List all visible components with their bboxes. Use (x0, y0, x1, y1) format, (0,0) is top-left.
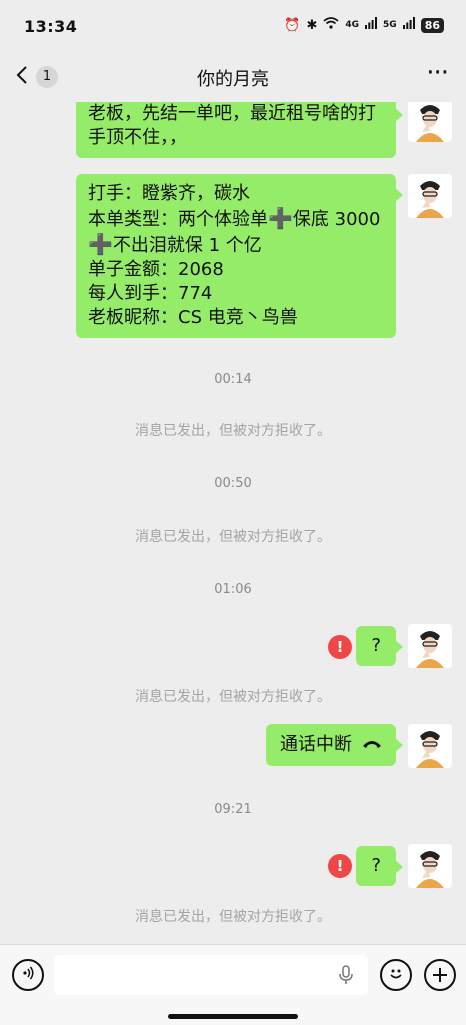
network-5g-label: 5G (383, 19, 397, 30)
timestamp: 01:06 (214, 582, 252, 597)
battery-indicator: 86 (420, 17, 444, 33)
status-bar: 13:34 ⏰ ✱ 4G 5G 86 (0, 0, 466, 52)
status-icons: ⏰ ✱ 4G 5G 86 (284, 17, 444, 33)
voice-input-button[interactable] (12, 959, 44, 991)
message-line: 手顶不住，， (88, 127, 187, 148)
message-input[interactable] (54, 955, 368, 995)
signal-icon (402, 17, 415, 33)
call-interrupted-bubble[interactable]: 通话中断 (266, 724, 403, 766)
message-segment: 不出泪就保 1 个亿 (112, 235, 262, 256)
system-notice: 消息已发出，但被对方拒收了。 (135, 689, 331, 705)
message-line: 本单类型：两个体验单➕保底 3000 (88, 206, 384, 232)
message-segment: 保底 3000 (292, 209, 381, 230)
message-line: 单子金额：2068 (88, 259, 224, 280)
system-notice: 消息已发出，但被对方拒收了。 (135, 423, 331, 439)
wifi-icon (323, 17, 339, 33)
bluetooth-icon: ✱ (306, 17, 318, 33)
system-notice: 消息已发出，但被对方拒收了。 (135, 909, 331, 925)
input-bar (0, 944, 466, 1025)
send-failed-icon[interactable]: ! (328, 635, 352, 659)
message-line: 老板，先结一单吧，最近租号啥的打 (88, 103, 376, 124)
timestamp: 00:50 (214, 476, 252, 491)
smiley-icon (387, 964, 405, 986)
alarm-icon: ⏰ (284, 17, 301, 33)
phone-hangup-icon (362, 733, 382, 757)
signal-icon (365, 17, 378, 33)
message-bubble[interactable]: ? (356, 626, 403, 666)
timestamp: 09:21 (214, 802, 252, 817)
chat-history[interactable]: 老板，先结一单吧，最近租号啥的打 手顶不住，， 打手：瞪紫齐，碳水 本单类型：两… (0, 102, 466, 944)
plus-icon (432, 963, 448, 987)
nav-bar: 1 你的月亮 ··· (0, 52, 466, 102)
message-line: ? (371, 855, 381, 876)
status-time: 13:34 (24, 17, 78, 36)
message-segment: 本单类型：两个体验单 (88, 209, 268, 230)
voice-icon (20, 965, 36, 985)
timestamp: 00:14 (214, 372, 252, 387)
plus-emoji-icon: ➕ (88, 232, 113, 256)
user-avatar[interactable] (408, 174, 452, 218)
more-functions-button[interactable] (424, 959, 456, 991)
network-4g-label: 4G (345, 19, 360, 30)
chat-title: 你的月亮 (197, 69, 269, 90)
message-bubble[interactable]: ? (356, 846, 403, 886)
emoji-button[interactable] (380, 959, 412, 991)
microphone-icon[interactable] (338, 965, 354, 989)
message-line: 打手：瞪紫齐，碳水 (88, 183, 250, 204)
message-bubble[interactable]: 打手：瞪紫齐，碳水 本单类型：两个体验单➕保底 3000 ➕不出泪就保 1 个亿… (76, 174, 403, 338)
plus-emoji-icon: ➕ (268, 206, 293, 230)
message-line: 每人到手：774 (88, 283, 213, 304)
message-bubble[interactable]: 老板，先结一单吧，最近租号啥的打 手顶不住，， (76, 102, 403, 158)
message-line: 老板昵称：CS 电竞丶鸟兽 (88, 307, 298, 328)
system-notice: 消息已发出，但被对方拒收了。 (135, 529, 331, 545)
user-avatar[interactable] (408, 844, 452, 888)
more-options-button[interactable]: ··· (426, 58, 449, 88)
user-avatar[interactable] (408, 102, 452, 142)
message-line: ➕不出泪就保 1 个亿 (88, 232, 384, 258)
user-avatar[interactable] (408, 624, 452, 668)
message-line: 通话中断 (280, 734, 352, 755)
send-failed-icon[interactable]: ! (328, 854, 352, 878)
user-avatar[interactable] (408, 724, 452, 768)
message-line: ? (371, 635, 381, 656)
home-indicator[interactable] (168, 1014, 298, 1019)
